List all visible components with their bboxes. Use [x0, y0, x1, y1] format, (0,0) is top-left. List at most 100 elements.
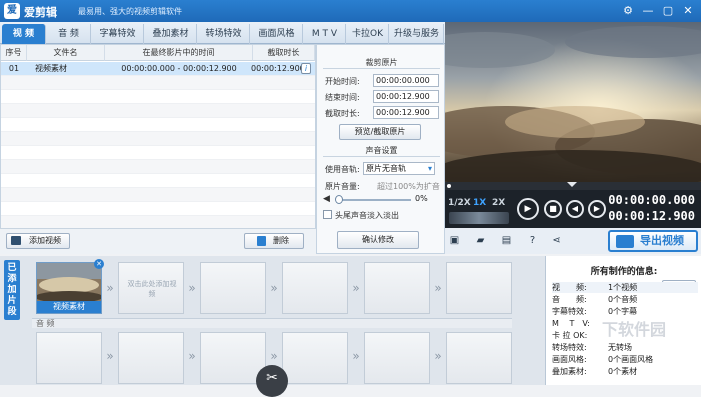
info-key: 字幕特效: — [552, 307, 587, 316]
volume-value: 0% — [415, 194, 428, 203]
stop-icon[interactable]: ■ — [544, 200, 562, 218]
progress-handle[interactable] — [447, 184, 451, 188]
info-icon[interactable]: i — [301, 63, 311, 74]
arrow-right-icon: » — [106, 281, 114, 295]
col-header-time: 在最终影片中的时间 — [105, 45, 253, 61]
close-button[interactable]: ✕ — [680, 3, 696, 19]
storyboard-empty-slot[interactable] — [200, 262, 266, 314]
sound-section-title: 声音设置 — [323, 145, 440, 157]
info-row: 音 频: 0个音频 — [552, 294, 698, 305]
forward-icon[interactable]: ▶ — [588, 200, 606, 218]
tab-video[interactable]: 视 频 — [2, 24, 46, 44]
track-label: 使用音轨: — [325, 165, 360, 174]
speaker-icon: ◀ — [323, 194, 330, 204]
duration-label: 截取时长: — [325, 109, 360, 118]
storyboard-clip[interactable]: 视频素材 ✕ — [36, 259, 104, 314]
export-video-label: 导出视频 — [640, 234, 684, 247]
tab-upgrade[interactable]: 升级与服务 — [390, 24, 444, 44]
tab-transition[interactable]: 转场特效 — [198, 24, 250, 44]
tab-karaoke[interactable]: 卡拉OK — [347, 24, 389, 44]
delete-button[interactable]: 删除 — [244, 233, 304, 249]
jog-wheel[interactable] — [449, 212, 509, 224]
track-select-value: 原片无音轨 — [366, 164, 406, 173]
video-preview[interactable] — [445, 22, 701, 182]
add-video-label: 添加视频 — [29, 236, 61, 245]
storyboard-empty-slot[interactable] — [282, 262, 348, 314]
save-icon[interactable]: ▤ — [501, 235, 512, 246]
table-row-empty — [1, 174, 315, 188]
audio-track-header: 音 频 — [32, 318, 512, 328]
storyboard-empty-slot[interactable] — [364, 262, 430, 314]
audio-empty-slot[interactable] — [36, 332, 102, 384]
arrow-right-icon: » — [188, 281, 196, 295]
settings-icon[interactable]: ⚙ — [620, 3, 636, 19]
speed-2x[interactable]: 2X — [492, 198, 505, 208]
duration-input[interactable]: 00:00:12.900 — [373, 106, 439, 119]
tab-mtv[interactable]: M T V — [304, 24, 346, 44]
preview-crop-button[interactable]: 预览/截取原片 — [339, 124, 421, 140]
tab-style[interactable]: 画面风格 — [251, 24, 303, 44]
audio-empty-slot[interactable] — [282, 332, 348, 384]
track-select[interactable]: 原片无音轨 ▾ — [363, 162, 435, 175]
play-icon[interactable]: ▶ — [517, 198, 539, 220]
start-time-input[interactable]: 00:00:00.000 — [373, 74, 439, 87]
tab-subtitle-effects[interactable]: 字幕特效 — [92, 24, 144, 44]
end-time-input[interactable]: 00:00:12.900 — [373, 90, 439, 103]
storyboard-empty-slot[interactable]: 双击此处添加视频 — [118, 262, 184, 314]
clip-name: 视频素材 — [37, 301, 101, 313]
crop-panel: 裁剪原片 开始时间: 00:00:00.000 结束时间: 00:00:12.9… — [316, 44, 445, 254]
info-row: 叠加素材: 0个素材 — [552, 366, 698, 377]
table-row-empty — [1, 104, 315, 118]
arrow-right-icon: » — [270, 349, 278, 363]
volume-slider[interactable] — [337, 199, 411, 201]
audio-empty-slot[interactable] — [118, 332, 184, 384]
volume-slider-handle[interactable] — [335, 195, 343, 204]
app-logo-icon: 爱 — [4, 3, 20, 19]
speed-half[interactable]: 1/2X — [448, 198, 471, 208]
export-video-button[interactable]: 导出视频 — [608, 230, 698, 252]
snapshot-icon[interactable]: ▣ — [449, 235, 460, 246]
audio-empty-slot[interactable] — [446, 332, 512, 384]
volume-hint: 超过100%为扩音 — [377, 182, 440, 191]
playback-progress-bar[interactable] — [445, 182, 701, 190]
tab-audio[interactable]: 音 频 — [47, 24, 91, 44]
table-row[interactable]: 01 视频素材 00:00:00.000 - 00:00:12.900 00:0… — [1, 62, 315, 76]
scissors-icon[interactable]: ✂ — [256, 365, 288, 397]
info-value: 0个素材 — [608, 367, 638, 376]
delete-label: 删除 — [273, 236, 289, 245]
info-key: 音 频: — [552, 295, 587, 304]
remove-clip-icon[interactable]: ✕ — [94, 259, 104, 269]
rewind-icon[interactable]: ◀ — [566, 200, 584, 218]
audio-empty-slot[interactable] — [364, 332, 430, 384]
row-time-range: 00:00:00.000 - 00:00:12.900 — [121, 64, 237, 73]
speed-1x[interactable]: 1X — [473, 198, 486, 208]
add-video-button[interactable]: 添加视频 — [6, 233, 70, 249]
arrow-right-icon: » — [434, 281, 442, 295]
table-row-empty — [1, 132, 315, 146]
title-bar: 爱 爱剪辑 最易用、强大的视频剪辑软件 ⚙ — ▢ ✕ — [0, 0, 701, 22]
arrow-right-icon: » — [188, 349, 196, 363]
minimize-button[interactable]: — — [640, 3, 656, 19]
end-time-label: 结束时间: — [325, 93, 360, 102]
tab-overlay[interactable]: 叠加素材 — [145, 24, 197, 44]
help-icon[interactable]: ? — [527, 235, 538, 246]
info-key: M T V: — [552, 319, 590, 328]
film-icon — [11, 236, 21, 245]
fade-checkbox[interactable] — [323, 210, 332, 219]
maximize-button[interactable]: ▢ — [660, 3, 676, 19]
info-row: 视 频: 1个视频 — [552, 282, 698, 293]
storyboard-empty-slot[interactable] — [446, 262, 512, 314]
export-icon — [616, 235, 634, 248]
folder-icon[interactable]: ▰ — [475, 235, 486, 246]
col-header-filename: 文件名 — [27, 45, 105, 61]
clip-table: 序号 文件名 在最终影片中的时间 截取时长 01 视频素材 00:00:00.0… — [0, 44, 316, 254]
info-value: 0个音频 — [608, 295, 638, 304]
start-time-label: 开始时间: — [325, 77, 360, 86]
watermark-text: 下软件园 — [602, 320, 667, 339]
col-header-index: 序号 — [1, 45, 27, 61]
collapse-arrow-icon[interactable] — [567, 182, 577, 187]
info-key: 画面风格: — [552, 355, 587, 364]
share-icon[interactable]: ⋖ — [551, 235, 562, 246]
confirm-button[interactable]: 确认修改 — [337, 231, 419, 249]
total-time: 00:00:12.900 — [608, 209, 695, 223]
